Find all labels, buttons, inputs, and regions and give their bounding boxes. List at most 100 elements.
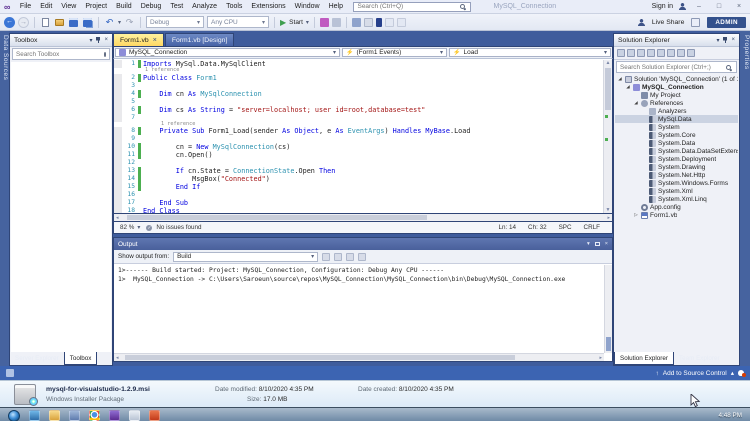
tree-item[interactable]: ◢ MySQL_Connection [615, 83, 738, 91]
output-content[interactable]: 1>------ Build started: Project: MySQL_C… [114, 265, 604, 353]
tab-form1-vb[interactable]: Form1.vb × [113, 33, 164, 46]
tree-item[interactable]: System.Net.Http [615, 171, 738, 179]
show-all-files-icon[interactable] [677, 49, 685, 57]
code-line[interactable]: 5 [114, 97, 603, 106]
code-line[interactable]: 16 [114, 191, 603, 199]
redo-icon[interactable]: ↷ [124, 17, 135, 28]
open-file-icon[interactable] [54, 17, 65, 28]
tree-item[interactable]: System.Deployment [615, 155, 738, 163]
properties-icon[interactable] [687, 49, 695, 57]
breakpoint-margin[interactable] [114, 135, 122, 143]
menu-item-test[interactable]: Test [166, 3, 188, 10]
pin-icon[interactable] [96, 37, 101, 43]
outdent-icon[interactable] [396, 17, 406, 27]
data-sources-vertical-tab[interactable]: Data Sources [0, 31, 9, 366]
code-line[interactable]: 6 Dim cs As String = "server=localhost; … [114, 105, 603, 114]
menu-item-view[interactable]: View [57, 3, 81, 10]
taskbar-app-installer[interactable] [149, 410, 160, 421]
chevron-up-icon[interactable]: ▴ [731, 369, 734, 377]
code-line[interactable]: 9 [114, 135, 603, 143]
code-line[interactable]: 4 Dim cn As MySqlConnection [114, 89, 603, 98]
tree-item[interactable]: ◢ Solution 'MySQL_Connection' (1 of 1 pro… [615, 75, 738, 83]
close-icon[interactable]: × [731, 37, 735, 43]
clear-all-icon[interactable] [346, 252, 355, 261]
breakpoint-margin[interactable] [114, 89, 122, 98]
breakpoint-margin[interactable] [114, 159, 122, 167]
collapse-all-icon[interactable] [637, 49, 645, 57]
tab-team-explorer[interactable]: Team Explorer [674, 352, 725, 365]
menu-item-file[interactable]: File [15, 3, 35, 10]
word-wrap-icon[interactable] [358, 252, 367, 261]
live-share-icon[interactable] [637, 18, 645, 26]
tree-item[interactable]: System.Xml [615, 187, 738, 195]
breakpoint-margin[interactable] [114, 73, 122, 82]
undo-icon[interactable]: ↶ [104, 17, 115, 28]
breakpoint-margin[interactable] [114, 143, 122, 151]
breakpoint-margin[interactable] [114, 175, 122, 183]
close-button[interactable]: × [732, 3, 746, 10]
breakpoint-margin[interactable] [114, 97, 122, 106]
breakpoint-margin[interactable] [114, 191, 122, 199]
solution-search-box[interactable] [616, 61, 737, 73]
tree-item[interactable]: System.Data.DataSetExtensions [615, 147, 738, 155]
breakpoint-margin[interactable] [114, 113, 122, 122]
breakpoint-margin[interactable] [114, 151, 122, 159]
close-icon[interactable]: × [605, 241, 608, 247]
breakpoint-margin[interactable] [114, 81, 122, 90]
feedback-icon[interactable] [691, 17, 701, 27]
method-dropdown[interactable]: ⚡ Load ▾ [449, 48, 611, 57]
uncomment-icon[interactable] [363, 17, 373, 27]
close-tab-icon[interactable]: × [153, 37, 157, 44]
live-share-button[interactable]: Live Share [652, 19, 685, 26]
menu-item-analyze[interactable]: Analyze [188, 3, 222, 10]
line-ending-indicator[interactable]: CRLF [584, 224, 600, 231]
tab-server-explorer[interactable]: Server Explorer [10, 352, 64, 365]
breakpoint-margin[interactable] [114, 167, 122, 175]
save-all-icon[interactable] [82, 17, 93, 28]
user-profile-icon[interactable] [679, 3, 686, 10]
menu-item-edit[interactable]: Edit [36, 3, 57, 10]
notifications-bell-icon[interactable] [738, 370, 746, 377]
tree-item[interactable]: System.Xml.Linq [615, 195, 738, 203]
taskbar-app-visual-studio[interactable] [109, 410, 120, 421]
code-line[interactable]: 12 [114, 159, 603, 167]
menu-item-extensions[interactable]: Extensions [247, 3, 290, 10]
toolbox-search-input[interactable] [16, 50, 104, 58]
toolbox-body[interactable] [11, 62, 111, 352]
tree-item[interactable]: ◢ References [615, 99, 738, 107]
save-icon[interactable] [68, 17, 79, 28]
window-position-icon[interactable]: ▾ [716, 37, 719, 44]
search-input[interactable] [357, 3, 453, 10]
expanded-arrow-icon[interactable]: ◢ [633, 100, 639, 106]
tree-item[interactable]: MySql.Data [615, 115, 738, 123]
performance-profiler-icon[interactable] [319, 17, 329, 27]
menu-item-build[interactable]: Build [112, 3, 137, 10]
breakpoint-margin[interactable] [114, 183, 122, 191]
output-header[interactable]: Output ▾ × [114, 238, 612, 250]
taskbar-app-media[interactable] [69, 410, 80, 421]
solution-search-input[interactable] [620, 63, 726, 71]
breakpoint-margin[interactable] [114, 207, 122, 213]
code-line[interactable]: 14 MsgBox("Connected") [114, 175, 603, 183]
sync-with-active-document-icon[interactable] [657, 49, 665, 57]
menu-item-window[interactable]: Window [290, 3, 324, 10]
menu-item-tools[interactable]: Tools [222, 3, 247, 10]
editor-vertical-scrollbar[interactable]: ▲ ▼ [603, 60, 612, 213]
code-line[interactable]: 8 Private Sub Form1_Load(sender As Objec… [114, 127, 603, 135]
output-source-dropdown[interactable]: Build ▾ [173, 251, 319, 262]
undo-dropdown-icon[interactable]: ▾ [118, 19, 121, 26]
minimize-button[interactable]: – [692, 3, 706, 10]
toolbox-search-box[interactable] [12, 48, 110, 60]
tab-toolbox[interactable]: Toolbox [63, 352, 98, 365]
editor-horizontal-scrollbar[interactable]: ◂ ▸ [113, 214, 613, 222]
tree-item[interactable]: Analyzers [615, 107, 738, 115]
spaces-indicator[interactable]: SPC [559, 224, 572, 231]
code-editor[interactable]: 1 Imports MySql.Data.MySqlClient 1 referen… [113, 59, 613, 214]
events-dropdown[interactable]: ⚡ (Form1 Events) ▾ [342, 48, 447, 57]
start-dropdown-icon[interactable]: ▾ [306, 19, 309, 26]
tab-form1-vb-design[interactable]: Form1.vb [Design] [164, 33, 235, 46]
add-to-source-control-button[interactable]: Add to Source Control [663, 370, 727, 377]
expanded-arrow-icon[interactable]: ◢ [625, 84, 631, 90]
maximize-panel-icon[interactable] [594, 242, 600, 246]
breakpoint-margin[interactable] [114, 60, 122, 68]
